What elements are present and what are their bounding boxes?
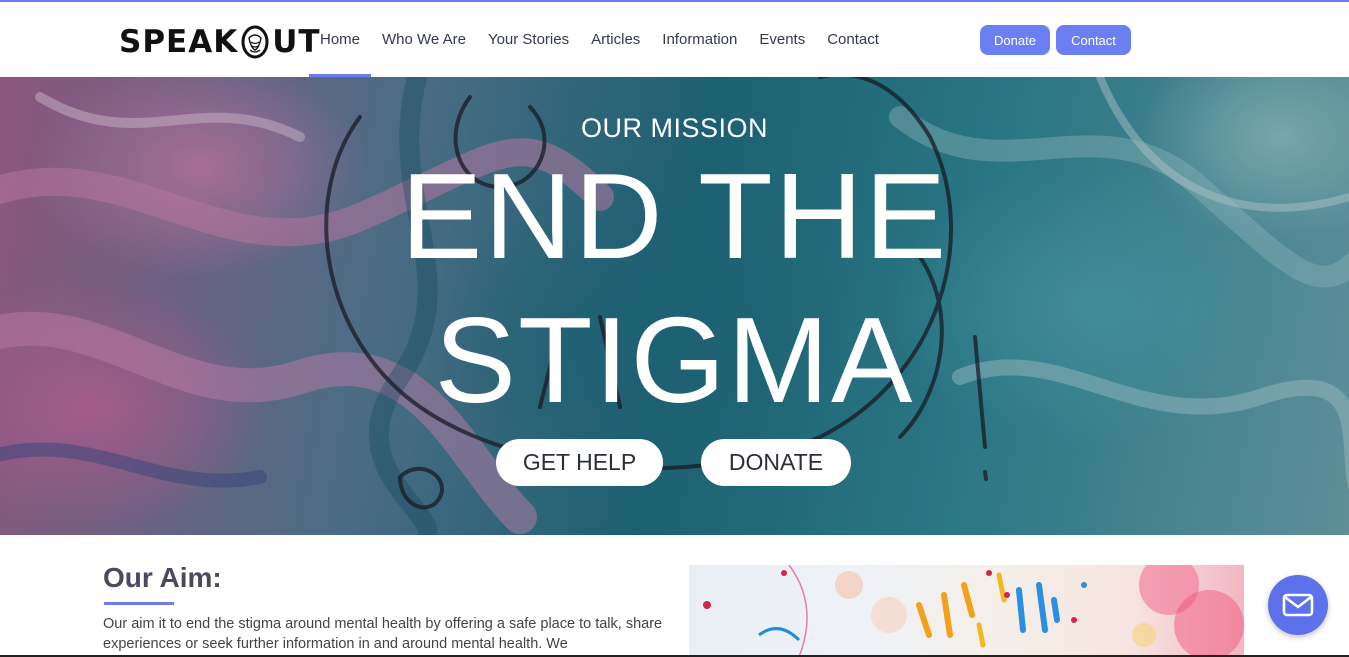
header-donate-button[interactable]: Donate	[980, 25, 1050, 55]
header-contact-button[interactable]: Contact	[1056, 25, 1131, 55]
get-help-button[interactable]: GET HELP	[496, 439, 663, 486]
mail-icon	[1282, 593, 1314, 617]
nav-item-who-we-are[interactable]: Who We Are	[371, 2, 477, 77]
nav-item-contact[interactable]: Contact	[816, 2, 890, 77]
nav-item-home[interactable]: Home	[309, 2, 372, 77]
aim-heading: Our Aim:	[103, 562, 222, 593]
nav-item-your-stories[interactable]: Your Stories	[477, 2, 580, 77]
logo-face-icon	[241, 25, 269, 59]
logo[interactable]: SPEAK UT	[119, 22, 321, 62]
nav-item-events[interactable]: Events	[748, 2, 816, 77]
hero-donate-button[interactable]: DONATE	[701, 439, 851, 486]
nav-item-information[interactable]: Information	[651, 2, 748, 77]
aim-paragraph: Our aim it to end the stigma around ment…	[103, 616, 663, 652]
hero-title-line-1: END THE	[400, 148, 949, 284]
aim-image	[689, 565, 1244, 657]
main-nav: Home Who We Are Your Stories Articles In…	[309, 2, 890, 77]
nav-item-articles[interactable]: Articles	[580, 2, 651, 77]
aim-heading-underline	[104, 602, 174, 605]
hero-subtitle: OUR MISSION	[580, 113, 768, 143]
site-header: SPEAK UT Home Who We Are Your Stories Ar…	[0, 2, 1349, 77]
chat-button[interactable]	[1268, 575, 1328, 635]
logo-text-left: SPEAK	[119, 24, 239, 60]
hero-title-line-2: STIGMA	[434, 292, 915, 428]
hero-banner: OUR MISSION END THE STIGMA GET HELP DONA…	[0, 77, 1349, 535]
paint-splatter-art	[703, 565, 1244, 657]
